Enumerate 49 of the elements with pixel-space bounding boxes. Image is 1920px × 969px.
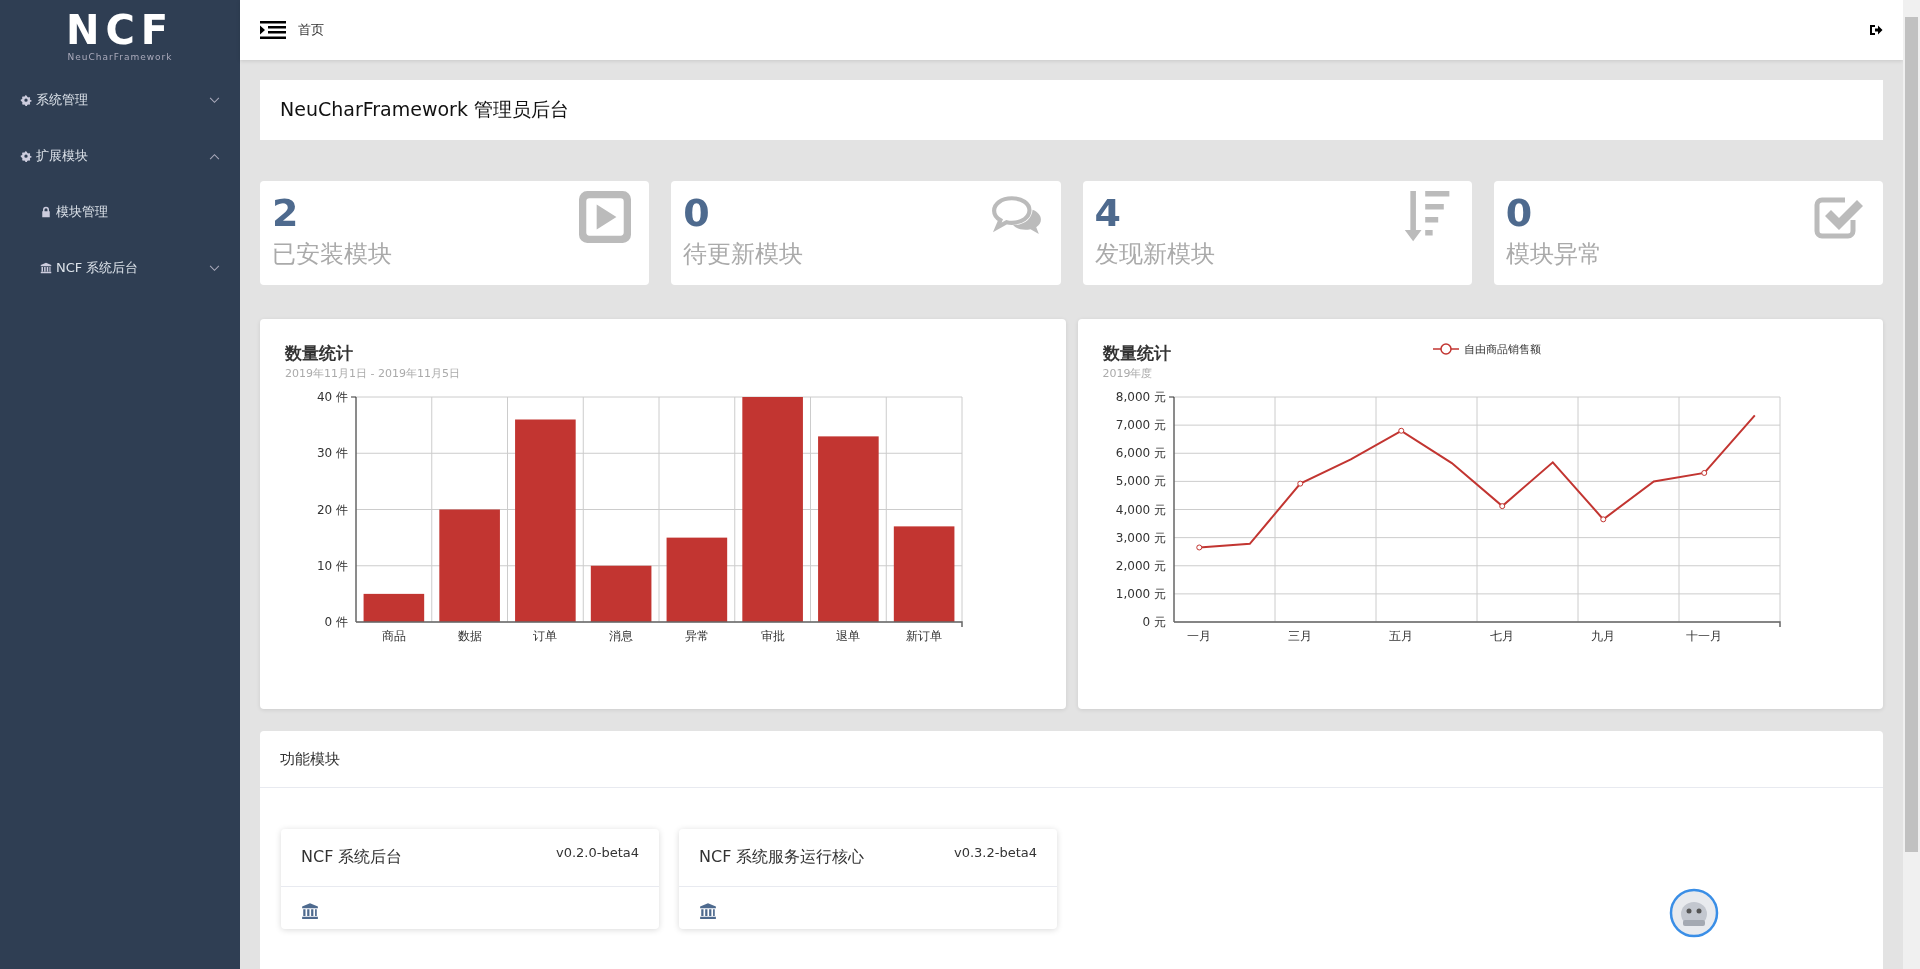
y-tick-label: 2,000 元 — [1115, 558, 1166, 573]
x-tick-label: 消息 — [609, 629, 634, 643]
x-tick-label: 审批 — [760, 629, 785, 643]
stat-label: 发现新模块 — [1094, 239, 1215, 270]
y-tick-label: 10 件 — [316, 558, 348, 573]
stat-label: 已安装模块 — [272, 239, 392, 270]
x-tick-label: 三月 — [1287, 629, 1312, 643]
x-tick-label: 九月 — [1590, 629, 1615, 643]
y-tick-label: 8,000 元 — [1115, 390, 1166, 404]
chart-subtitle: 2019年11月1日 - 2019年11月5日 — [285, 366, 461, 382]
chart-title: 数量统计 — [285, 342, 354, 365]
x-tick-label: 数据 — [457, 629, 482, 643]
y-tick-label: 30 件 — [316, 446, 348, 461]
y-tick-label: 0 件 — [324, 615, 348, 629]
stat-count: 4 — [1094, 190, 1122, 237]
stat-count: 0 — [683, 190, 711, 237]
x-tick-label: 七月 — [1489, 629, 1514, 643]
chart-title: 数量统计 — [1102, 342, 1172, 365]
legend-label: 自由商品销售额 — [1463, 341, 1541, 357]
y-tick-label: 20 件 — [316, 502, 348, 517]
x-tick-label: 十一月 — [1685, 629, 1722, 643]
x-tick-label: 商品 — [381, 629, 406, 643]
x-tick-label: 订单 — [533, 629, 558, 643]
module-name: NCF 系统后台 — [301, 847, 403, 868]
logo: NCF — [65, 9, 175, 51]
x-tick-label: 五月 — [1388, 629, 1413, 643]
module-name: NCF 系统服务运行核心 — [699, 847, 865, 868]
y-tick-label: 5,000 元 — [1115, 474, 1166, 489]
y-tick-label: 7,000 元 — [1115, 418, 1166, 433]
chart-subtitle: 2019年度 — [1102, 366, 1154, 382]
y-tick-label: 0 元 — [1142, 615, 1166, 629]
y-tick-label: 1,000 元 — [1115, 586, 1166, 601]
y-tick-label: 40 件 — [316, 390, 348, 404]
logo-subtitle: NeuCharFramework — [67, 51, 173, 63]
x-tick-label: 异常 — [684, 629, 709, 643]
y-tick-label: 3,000 元 — [1115, 530, 1166, 545]
stat-label: 模块异常 — [1505, 239, 1602, 270]
y-tick-label: 4,000 元 — [1115, 502, 1166, 517]
x-tick-label: 退单 — [836, 629, 861, 643]
module-version: v0.3.2-beta4 — [953, 845, 1037, 860]
stat-count: 2 — [272, 190, 300, 237]
stat-count: 0 — [1505, 190, 1534, 237]
module-version: v0.2.0-beta4 — [555, 845, 639, 860]
y-tick-label: 6,000 元 — [1115, 446, 1166, 461]
panel-title: 功能模块 — [280, 749, 340, 769]
stat-label: 待更新模块 — [683, 239, 804, 270]
page-title: NeuCharFramework 管理员后台 — [280, 97, 569, 122]
x-tick-label: 一月 — [1186, 629, 1211, 643]
x-tick-label: 新订单 — [906, 629, 943, 643]
